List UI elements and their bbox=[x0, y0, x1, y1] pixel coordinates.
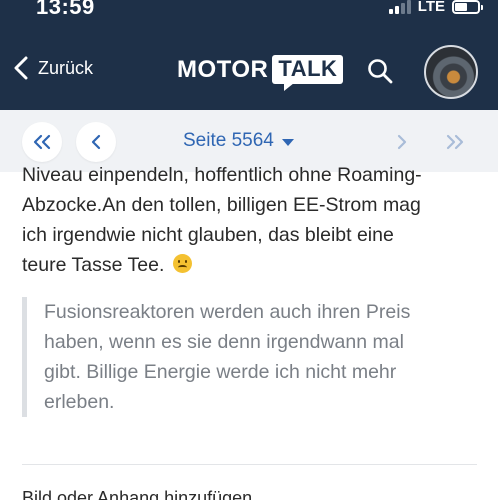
quote-line: Fusionsreaktoren werden auch ihren Preis bbox=[44, 301, 411, 323]
divider bbox=[22, 464, 477, 465]
first-page-button[interactable] bbox=[22, 122, 62, 162]
page-label: Seite 5564 bbox=[183, 130, 274, 151]
search-icon bbox=[368, 59, 393, 84]
app-header: 13:59 LTE Zurück MOTOR TALK bbox=[0, 0, 498, 110]
motortalk-logo[interactable]: MOTOR TALK bbox=[177, 55, 344, 91]
next-page-button[interactable] bbox=[382, 122, 422, 162]
post-line: ich irgendwie nicht glauben, das bleibt … bbox=[22, 224, 394, 246]
network-type: LTE bbox=[417, 0, 445, 15]
post-content: Niveau einpendeln, hoffentlich ohne Roam… bbox=[22, 164, 482, 500]
quote-block: Fusionsreaktoren werden auch ihren Preis… bbox=[22, 297, 482, 417]
back-button[interactable]: Zurück bbox=[14, 56, 93, 80]
status-time: 13:59 bbox=[36, 0, 95, 19]
avatar[interactable] bbox=[424, 45, 478, 99]
double-chevron-left-icon bbox=[33, 134, 51, 150]
chevron-left-icon bbox=[91, 134, 101, 150]
double-chevron-right-icon bbox=[446, 134, 464, 150]
post-line: Abzocke.An den tollen, billigen EE-Strom… bbox=[22, 194, 421, 216]
frowning-face-icon bbox=[172, 254, 192, 273]
signal-strength-icon bbox=[388, 0, 411, 14]
post-body: Niveau einpendeln, hoffentlich ohne Roam… bbox=[22, 160, 482, 280]
quote-line: erleben. bbox=[44, 391, 115, 413]
add-attachment-link[interactable]: Bild oder Anhang hinzufügen bbox=[22, 488, 252, 500]
search-button[interactable] bbox=[367, 58, 393, 89]
page-selector[interactable]: Seite 5564 bbox=[183, 130, 294, 152]
chevron-left-icon bbox=[14, 56, 28, 80]
back-label: Zurück bbox=[38, 57, 94, 78]
battery-icon bbox=[452, 0, 483, 14]
last-page-button[interactable] bbox=[435, 122, 475, 162]
post-line: Niveau einpendeln, hoffentlich ohne Roam… bbox=[22, 164, 422, 186]
post-line-last: teure Tasse Tee. bbox=[22, 250, 482, 280]
chevron-right-icon bbox=[397, 134, 407, 150]
caret-down-icon bbox=[281, 138, 294, 146]
status-indicators: LTE bbox=[388, 0, 483, 15]
logo-motor-text: MOTOR bbox=[177, 55, 269, 83]
quote-line: gibt. Billige Energie werde ich nicht me… bbox=[44, 361, 397, 383]
quote-line: haben, wenn es sie denn irgendwann mal bbox=[44, 331, 404, 353]
logo-talk-badge: TALK bbox=[272, 55, 344, 91]
post-line: teure Tasse Tee. bbox=[22, 254, 165, 276]
previous-page-button[interactable] bbox=[76, 122, 116, 162]
